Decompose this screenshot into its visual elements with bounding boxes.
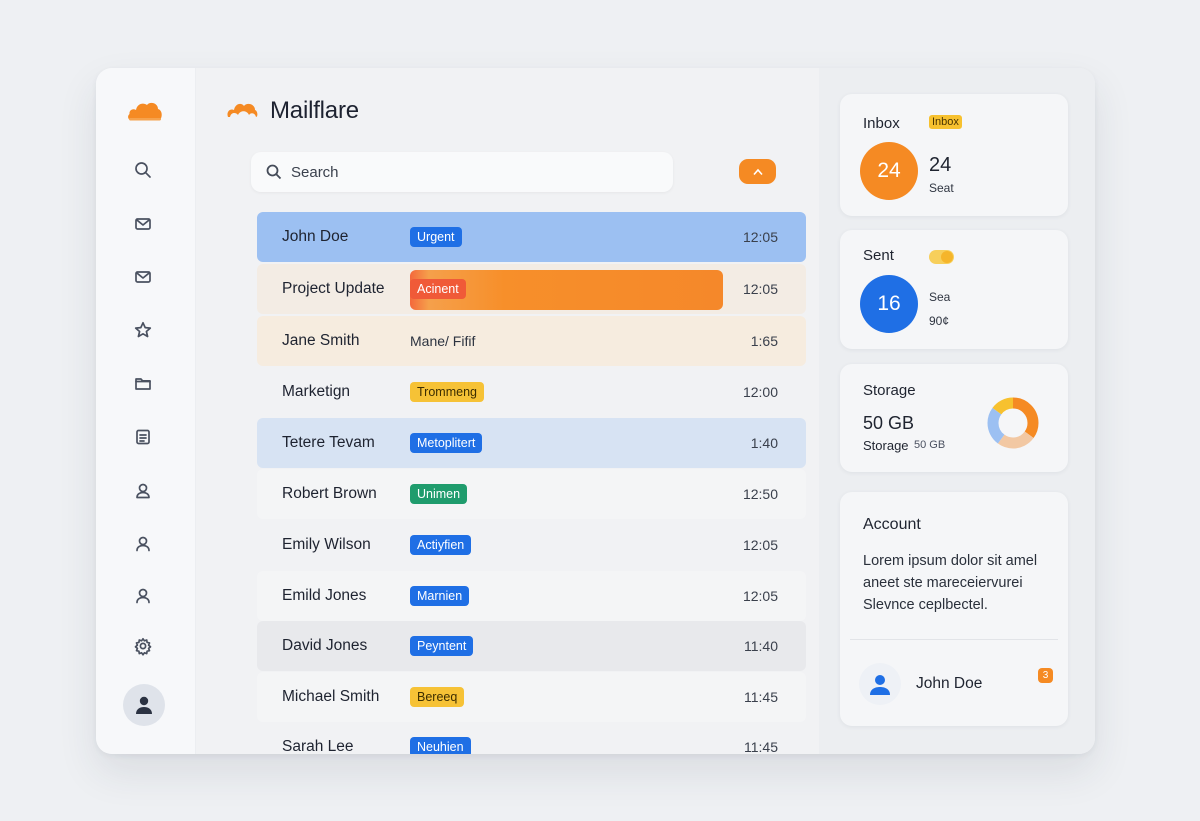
email-tag: Marnien bbox=[410, 586, 470, 606]
email-time: 12:50 bbox=[742, 486, 778, 502]
email-time: 12:05 bbox=[742, 229, 778, 245]
email-time: 12:00 bbox=[742, 384, 778, 400]
email-row[interactable]: Tetere Tevam Metoplitert 1:40 bbox=[257, 418, 806, 468]
email-sender: Michael Smith bbox=[282, 688, 380, 705]
inbox-sub: Seat bbox=[929, 181, 954, 195]
person-icon[interactable] bbox=[130, 583, 156, 609]
folder-icon[interactable] bbox=[130, 370, 156, 396]
account-description: Lorem ipsum dolor sit amel aneet ste mar… bbox=[863, 553, 1038, 613]
card-title: Inbox bbox=[863, 115, 900, 132]
chevron-up-icon bbox=[752, 168, 763, 175]
storage-card[interactable]: Storage 50 GB Storage 50 GB bbox=[840, 364, 1068, 472]
email-tag: Metoplitert bbox=[410, 433, 483, 453]
sent-card[interactable]: Sent 16 Sea 90¢ bbox=[840, 230, 1068, 349]
email-tag: Neuhien bbox=[410, 737, 471, 754]
email-tag: Actiyfien bbox=[410, 535, 472, 555]
main-panel: Mailflare John Doe Urgent 12:05 Project … bbox=[196, 68, 819, 754]
email-row[interactable]: Emily Wilson Actiyfien 12:05 bbox=[257, 520, 806, 570]
inbox-count-circle: 24 bbox=[860, 142, 918, 200]
search-bar[interactable] bbox=[251, 152, 673, 192]
person-icon bbox=[870, 675, 890, 695]
notification-count: 3 bbox=[1042, 670, 1049, 681]
email-sender: Marketign bbox=[282, 383, 351, 400]
storage-sub-value: 50 GB bbox=[914, 439, 946, 451]
email-tag: Urgent bbox=[410, 227, 462, 247]
storage-value: 50 GB bbox=[863, 413, 915, 433]
card-title: Sent bbox=[863, 247, 894, 264]
sent-sub-2: 90¢ bbox=[929, 314, 950, 328]
email-tag: Peyntent bbox=[410, 636, 474, 656]
email-row[interactable]: Emild Jones Marnien 12:05 bbox=[257, 571, 806, 621]
email-sender: Sarah Lee bbox=[282, 738, 354, 754]
email-tag: Trommeng bbox=[410, 382, 484, 402]
email-row[interactable]: Michael Smith Bereeq 11:45 bbox=[257, 672, 806, 722]
person-icon[interactable] bbox=[130, 478, 156, 504]
email-time: 12:05 bbox=[742, 281, 778, 297]
account-user-name: John Doe bbox=[916, 675, 983, 692]
inbox-count: 24 bbox=[877, 159, 901, 182]
email-row[interactable]: Jane Smith Mane/ Fifif 1:65 bbox=[257, 316, 806, 366]
app-window: Mailflare John Doe Urgent 12:05 Project … bbox=[96, 68, 1095, 754]
inbox-badge: Inbox bbox=[929, 115, 962, 129]
email-sender: Tetere Tevam bbox=[282, 434, 375, 451]
notification-badge[interactable]: 3 bbox=[1038, 668, 1053, 683]
email-sender: Project Update bbox=[282, 280, 385, 297]
person-icon[interactable] bbox=[130, 531, 156, 557]
email-row[interactable]: David Jones Peyntent 11:40 bbox=[257, 621, 806, 671]
sent-toggle[interactable] bbox=[929, 250, 954, 264]
email-time: 11:45 bbox=[744, 739, 778, 754]
profile-avatar[interactable] bbox=[123, 684, 165, 726]
cloud-logo-icon bbox=[227, 103, 258, 117]
search-icon bbox=[266, 164, 282, 180]
inbox-count-text: 24 bbox=[929, 154, 952, 176]
account-avatar[interactable] bbox=[859, 663, 901, 705]
search-icon[interactable] bbox=[130, 157, 156, 183]
email-sender: David Jones bbox=[282, 637, 368, 654]
email-tag: Mane/ Fifif bbox=[410, 333, 476, 349]
mail-icon[interactable] bbox=[130, 264, 156, 290]
email-sender: Jane Smith bbox=[282, 332, 360, 349]
inbox-card[interactable]: Inbox Inbox 24 24 Seat bbox=[840, 94, 1068, 216]
email-row[interactable]: Sarah Lee Neuhien 11:45 bbox=[257, 722, 806, 754]
search-input[interactable] bbox=[291, 163, 651, 181]
gear-icon[interactable] bbox=[130, 633, 156, 659]
email-tag: Acinent bbox=[410, 279, 466, 299]
email-time: 11:45 bbox=[744, 689, 778, 705]
cloud-logo-icon[interactable] bbox=[127, 98, 163, 122]
email-row[interactable]: Project Update Acinent 12:05 bbox=[257, 264, 806, 314]
collapse-button[interactable] bbox=[739, 159, 776, 184]
mail-icon[interactable] bbox=[130, 211, 156, 237]
email-sender: John Doe bbox=[282, 228, 349, 245]
sidebar bbox=[96, 68, 196, 754]
card-title: Storage bbox=[863, 382, 916, 399]
sent-count: 16 bbox=[877, 292, 901, 315]
divider bbox=[850, 639, 1058, 640]
email-sender: Emild Jones bbox=[282, 587, 367, 604]
email-time: 12:05 bbox=[742, 588, 778, 604]
storage-donut-chart bbox=[987, 397, 1039, 449]
sent-sub-1: Sea bbox=[929, 290, 951, 304]
account-card[interactable]: Account Lorem ipsum dolor sit amel aneet… bbox=[840, 492, 1068, 726]
email-row[interactable]: John Doe Urgent 12:05 bbox=[257, 212, 806, 262]
email-row[interactable]: Robert Brown Unimen 12:50 bbox=[257, 469, 806, 519]
notes-icon[interactable] bbox=[130, 424, 156, 450]
star-icon[interactable] bbox=[130, 317, 156, 343]
email-time: 1:40 bbox=[750, 435, 778, 451]
app-title: Mailflare bbox=[270, 97, 359, 124]
email-sender: Robert Brown bbox=[282, 485, 377, 502]
storage-sub-label: Storage bbox=[863, 438, 909, 453]
email-time: 11:40 bbox=[744, 638, 778, 654]
email-time: 1:65 bbox=[750, 333, 778, 349]
email-sender: Emily Wilson bbox=[282, 536, 371, 553]
email-tag: Unimen bbox=[410, 484, 468, 504]
email-tag: Bereeq bbox=[410, 687, 465, 707]
person-icon bbox=[136, 696, 152, 714]
right-panel: Inbox Inbox 24 24 Seat Sent 16 Sea 90¢ S… bbox=[819, 68, 1095, 754]
card-title: Account bbox=[863, 516, 921, 533]
sent-count-circle: 16 bbox=[860, 275, 918, 333]
email-time: 12:05 bbox=[742, 537, 778, 553]
email-row[interactable]: Marketign Trommeng 12:00 bbox=[257, 367, 806, 417]
